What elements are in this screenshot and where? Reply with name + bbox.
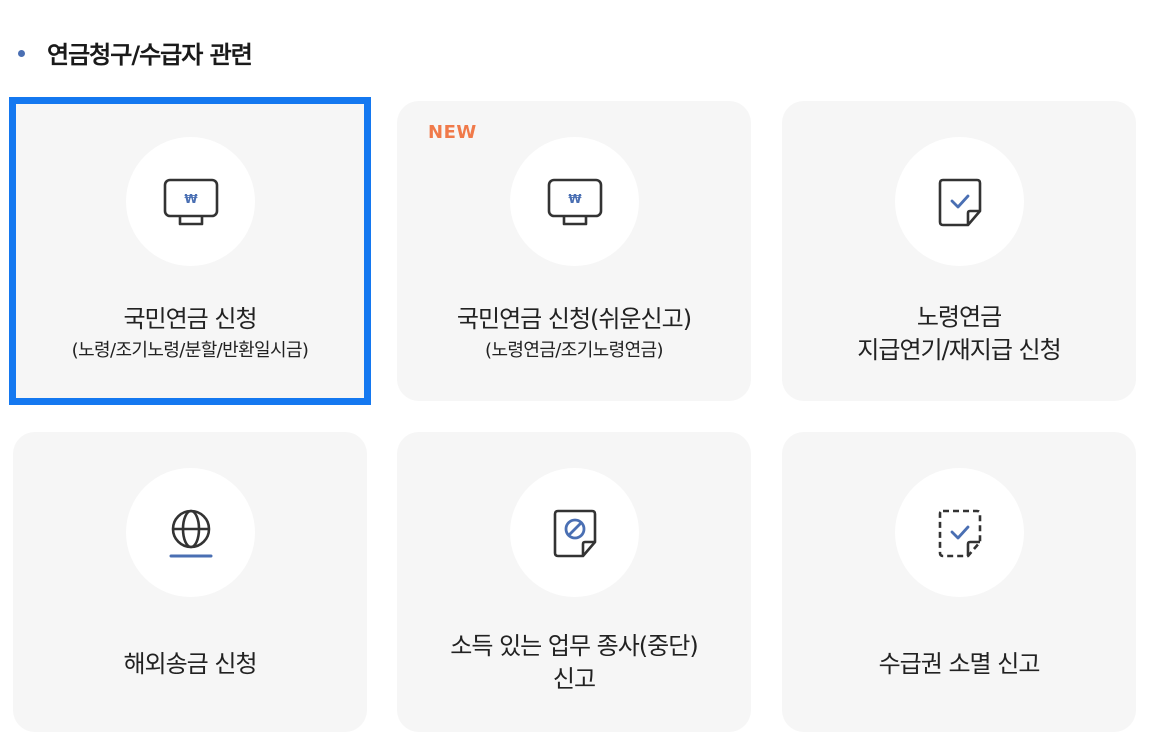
document-check-icon <box>938 178 981 226</box>
card-subtitle: (노령/조기노령/분할/반환일시금) <box>71 340 309 361</box>
icon-circle: ₩ <box>510 137 639 266</box>
monitor-won-icon: ₩ <box>163 178 218 225</box>
card-pension-deferral[interactable]: 노령연금 지급연기/재지급 신청 <box>782 101 1136 401</box>
icon-circle <box>510 468 639 597</box>
card-title: 국민연금 신청 <box>123 305 257 333</box>
card-title: 수급권 소멸 신고 <box>878 650 1041 678</box>
card-title: 노령연금 <box>916 303 1002 331</box>
icon-circle <box>126 468 255 597</box>
monitor-won-icon: ₩ <box>547 178 602 225</box>
card-title: 소득 있는 업무 종사(중단) <box>450 632 698 660</box>
svg-text:₩: ₩ <box>184 192 198 206</box>
card-title: 해외송금 신청 <box>123 650 257 678</box>
card-title-line2: 신고 <box>552 665 596 693</box>
card-pension-application-easy[interactable]: NEW ₩ 국민연금 신청(쉬운신고) (노령연금/조기노령연금) <box>397 101 751 401</box>
globe-icon <box>169 509 212 557</box>
icon-circle <box>895 468 1024 597</box>
icon-circle: ₩ <box>126 137 255 266</box>
icon-circle <box>895 137 1024 266</box>
card-subtitle: (노령연금/조기노령연금) <box>485 340 664 361</box>
document-dashed-check-icon <box>938 509 981 557</box>
new-badge: NEW <box>428 122 477 143</box>
card-title: 국민연금 신청(쉬운신고) <box>456 305 692 333</box>
bullet-icon <box>18 49 25 57</box>
card-entitlement-extinction-report[interactable]: 수급권 소멸 신고 <box>782 432 1136 732</box>
section-header: 연금청구/수급자 관련 <box>18 30 253 74</box>
card-income-business-report[interactable]: 소득 있는 업무 종사(중단) 신고 <box>397 432 751 732</box>
card-pension-application[interactable]: ₩ 국민연금 신청 (노령/조기노령/분할/반환일시금) <box>9 97 371 405</box>
section-title: 연금청구/수급자 관련 <box>47 40 253 69</box>
document-prohibit-icon <box>553 509 596 557</box>
card-title-line2: 지급연기/재지급 신청 <box>857 336 1061 364</box>
card-overseas-remittance[interactable]: 해외송금 신청 <box>13 432 367 732</box>
svg-text:₩: ₩ <box>568 192 582 206</box>
